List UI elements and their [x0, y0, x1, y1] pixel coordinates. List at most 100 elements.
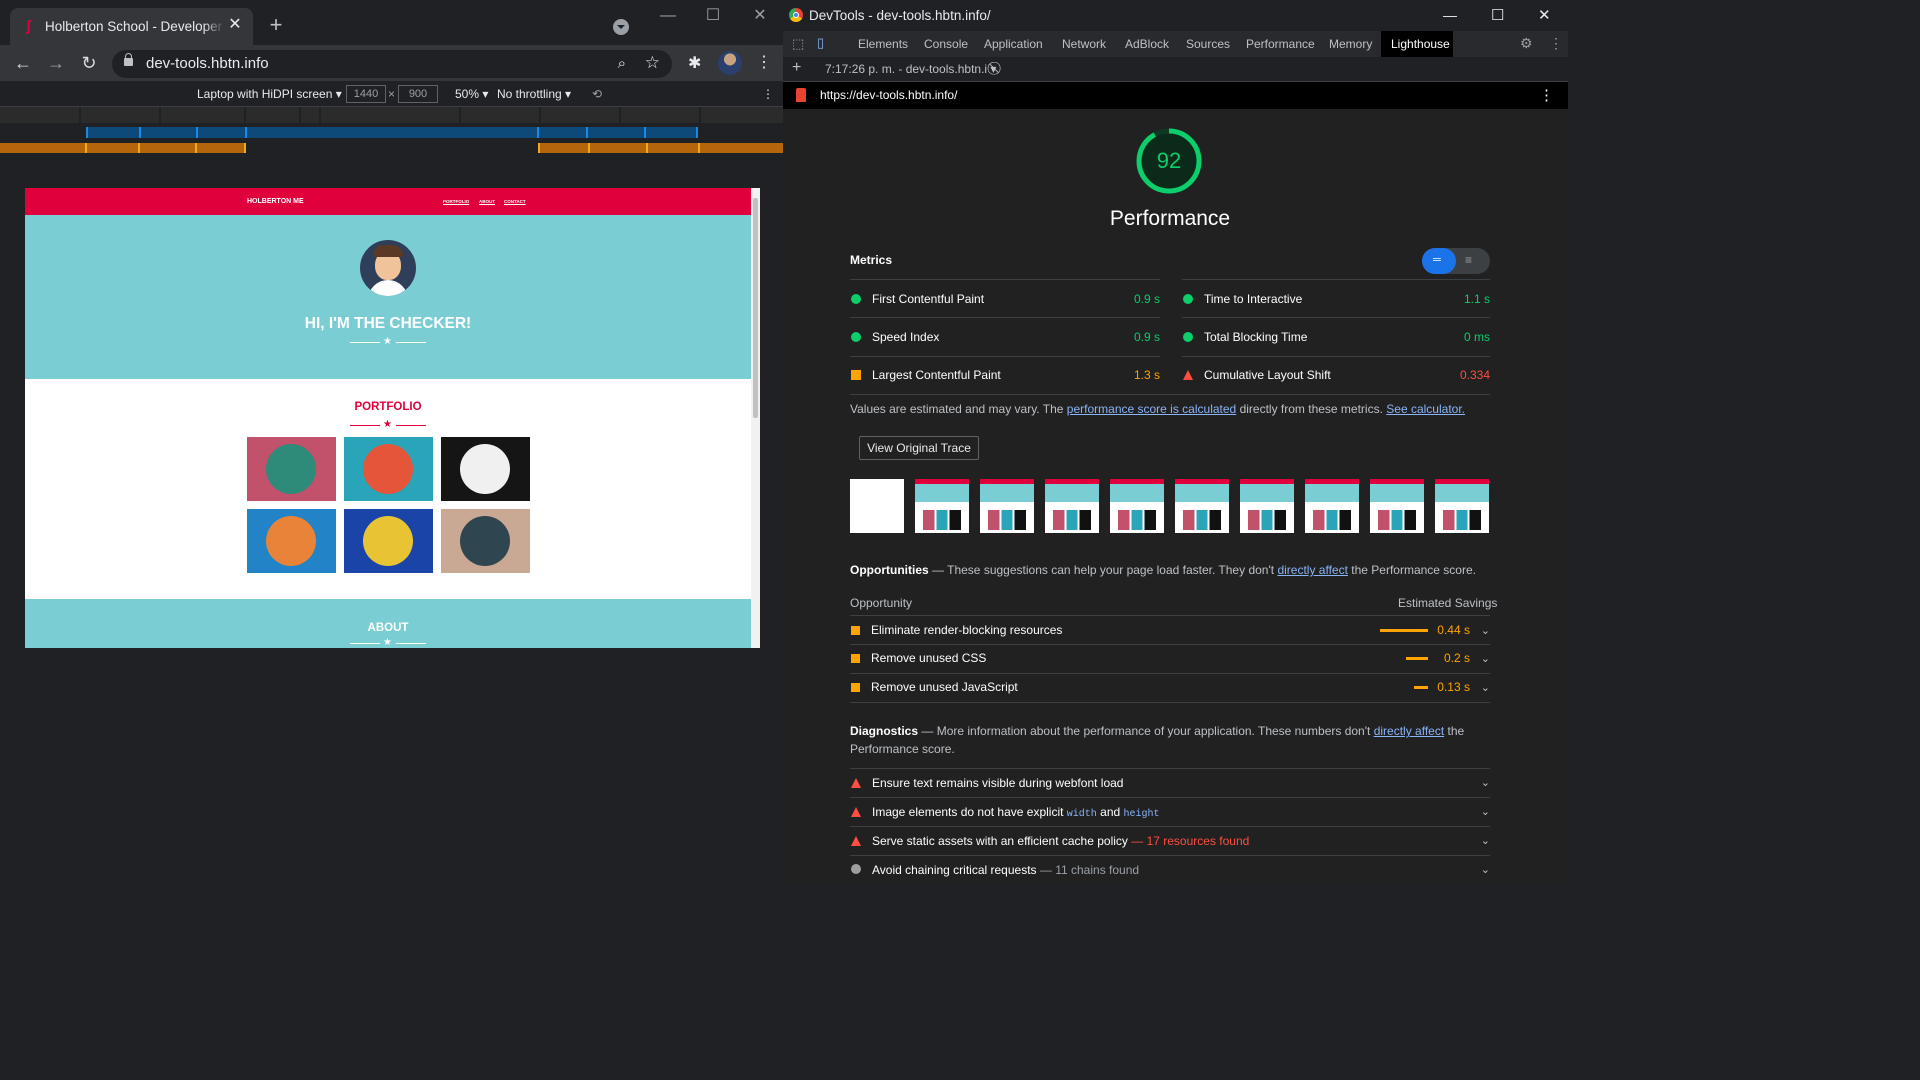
report-url: https://dev-tools.hbtn.info/: [820, 88, 958, 102]
directly-affect-link[interactable]: directly affect: [1277, 563, 1347, 577]
reload-icon[interactable]: ↻: [78, 53, 100, 73]
tab-network[interactable]: Network: [1062, 37, 1106, 51]
portfolio-cabin[interactable]: [247, 437, 336, 501]
maximize-icon[interactable]: ☐: [703, 8, 723, 24]
chevron-down-icon[interactable]: ⌄: [1481, 834, 1490, 847]
report-menu-icon[interactable]: ⋮: [1539, 86, 1554, 104]
chevron-down-icon[interactable]: ⌄: [1481, 805, 1490, 818]
compact-view-icon: ═: [1433, 254, 1441, 266]
browser-menu-icon[interactable]: ⋮: [756, 52, 772, 72]
zoom-icon[interactable]: ⌕: [618, 55, 626, 72]
tab-performance[interactable]: Performance: [1246, 37, 1315, 51]
metric-fcp: First Contentful Paint 0.9 s: [850, 280, 1160, 318]
report-select[interactable]: 7:17:26 p. m. - dev-tools.hbtn.i ▾: [825, 62, 996, 76]
tab-memory[interactable]: Memory: [1329, 37, 1372, 51]
score-calculated-link[interactable]: performance score is calculated: [1067, 402, 1236, 416]
new-tab-icon[interactable]: +: [266, 14, 286, 36]
nav-contact[interactable]: CONTACT: [504, 199, 526, 204]
diagnostic-critical-chains[interactable]: Avoid chaining critical requests — 11 ch…: [850, 856, 1490, 884]
maximize-icon[interactable]: ☐: [1491, 6, 1504, 24]
portfolio-safe[interactable]: [344, 509, 433, 573]
tab-adblock[interactable]: AdBlock: [1125, 37, 1169, 51]
close-window-icon[interactable]: ✕: [750, 8, 770, 24]
media-query-bar-blue: [0, 124, 783, 141]
devtools-menu-icon[interactable]: ⋮: [1549, 35, 1563, 52]
device-more-icon[interactable]: ⋮: [762, 87, 774, 101]
rotate-icon[interactable]: ⟲: [592, 87, 602, 101]
chevron-down-icon[interactable]: ⌄: [1481, 863, 1490, 876]
gamepad-icon: [266, 516, 316, 566]
tab-application[interactable]: Application: [984, 37, 1043, 51]
inspect-element-icon[interactable]: ⬚: [792, 36, 804, 52]
nav-about[interactable]: ABOUT: [479, 199, 495, 204]
portfolio-game[interactable]: [247, 509, 336, 573]
circus-tent-icon: [460, 444, 510, 494]
diagnostic-cache-policy[interactable]: Serve static assets with an efficient ca…: [850, 827, 1490, 855]
minimize-icon[interactable]: —: [658, 8, 678, 24]
star-icon: ★: [383, 336, 392, 347]
new-report-icon[interactable]: +: [792, 59, 801, 77]
category-title: Performance: [1109, 207, 1231, 230]
tab-title: Holberton School - Developer tools: [45, 19, 225, 34]
directly-affect-link[interactable]: directly affect: [1374, 724, 1444, 738]
settings-gear-icon[interactable]: ⚙: [1520, 35, 1533, 52]
address-url: dev-tools.hbtn.info: [146, 55, 269, 72]
about-title: ABOUT: [367, 622, 409, 634]
tab-lighthouse[interactable]: Lighthouse: [1391, 37, 1450, 51]
page-scrollbar[interactable]: [751, 188, 760, 648]
emulated-page: HOLBERTON ME PORTFOLIO ABOUT CONTACT HI,…: [25, 188, 760, 648]
nav-portfolio[interactable]: PORTFOLIO: [443, 199, 469, 204]
filmstrip-frame: [1045, 479, 1099, 533]
pass-dot-icon: [851, 294, 861, 304]
portfolio-circus[interactable]: [441, 437, 530, 501]
device-height-input[interactable]: 900: [398, 85, 438, 103]
bookmark-star-icon[interactable]: ☆: [645, 53, 660, 73]
forward-icon[interactable]: →: [45, 53, 67, 73]
filmstrip-frame: [1370, 479, 1424, 533]
back-icon[interactable]: ←: [12, 53, 34, 73]
opportunity-unused-js[interactable]: Remove unused JavaScript 0.13 s ⌄: [850, 673, 1490, 701]
filmstrip-frame: [1175, 479, 1229, 533]
portfolio-submarine[interactable]: [441, 509, 530, 573]
tab-console[interactable]: Console: [924, 37, 968, 51]
portfolio-cake[interactable]: [344, 437, 433, 501]
throttling-select[interactable]: No throttling ▾: [497, 87, 571, 101]
device-select[interactable]: Laptop with HiDPI screen ▾: [197, 87, 342, 101]
portfolio-title: PORTFOLIO: [354, 401, 422, 413]
device-toggle-icon[interactable]: ▯: [817, 35, 824, 51]
chevron-down-icon[interactable]: ⌄: [1481, 624, 1490, 637]
chevron-down-icon[interactable]: ⌄: [1481, 776, 1490, 789]
metric-label: First Contentful Paint: [872, 292, 985, 306]
about-section: ABOUT ★: [25, 599, 751, 648]
tab-elements[interactable]: Elements: [858, 37, 908, 51]
device-width-input[interactable]: 1440: [346, 85, 386, 103]
close-window-icon[interactable]: ✕: [1538, 6, 1551, 24]
metrics-view-toggle[interactable]: ═ ≡: [1422, 248, 1490, 274]
chevron-down-icon[interactable]: ⌄: [1481, 652, 1490, 665]
site-brand[interactable]: HOLBERTON ME: [247, 198, 304, 205]
filmstrip-frame: [1240, 479, 1294, 533]
diagnostic-label: Image elements do not have explicit widt…: [872, 805, 1160, 820]
close-tab-icon[interactable]: ✕: [227, 17, 243, 33]
profile-avatar[interactable]: [718, 51, 742, 75]
minimize-icon[interactable]: —: [1443, 7, 1457, 23]
lighthouse-icon: [796, 88, 806, 102]
browser-tab[interactable]: ʃ Holberton School - Developer tools ✕: [10, 8, 253, 45]
chevron-down-icon[interactable]: ⌄: [1481, 681, 1490, 694]
tab-sources[interactable]: Sources: [1186, 37, 1230, 51]
extensions-puzzle-icon[interactable]: ✱: [688, 53, 701, 73]
tab-search-icon[interactable]: [613, 19, 629, 35]
avatar-illustration: [360, 240, 416, 296]
opportunity-unused-css[interactable]: Remove unused CSS 0.2 s ⌄: [850, 644, 1490, 672]
diagnostic-webfont[interactable]: Ensure text remains visible during webfo…: [850, 769, 1490, 797]
zoom-select[interactable]: 50% ▾: [455, 87, 488, 101]
filmstrip-frame: [1305, 479, 1359, 533]
diagnostic-image-dimensions[interactable]: Image elements do not have explicit widt…: [850, 798, 1490, 826]
fail-triangle-icon: [851, 778, 861, 788]
view-original-trace-button[interactable]: View Original Trace: [859, 436, 979, 460]
address-bar[interactable]: dev-tools.hbtn.info ⌕ ☆: [112, 50, 672, 78]
metrics-heading: Metrics: [850, 253, 893, 267]
opportunity-render-blocking[interactable]: Eliminate render-blocking resources 0.44…: [850, 616, 1490, 644]
media-query-bar: [0, 107, 783, 123]
see-calculator-link[interactable]: See calculator.: [1386, 402, 1465, 416]
